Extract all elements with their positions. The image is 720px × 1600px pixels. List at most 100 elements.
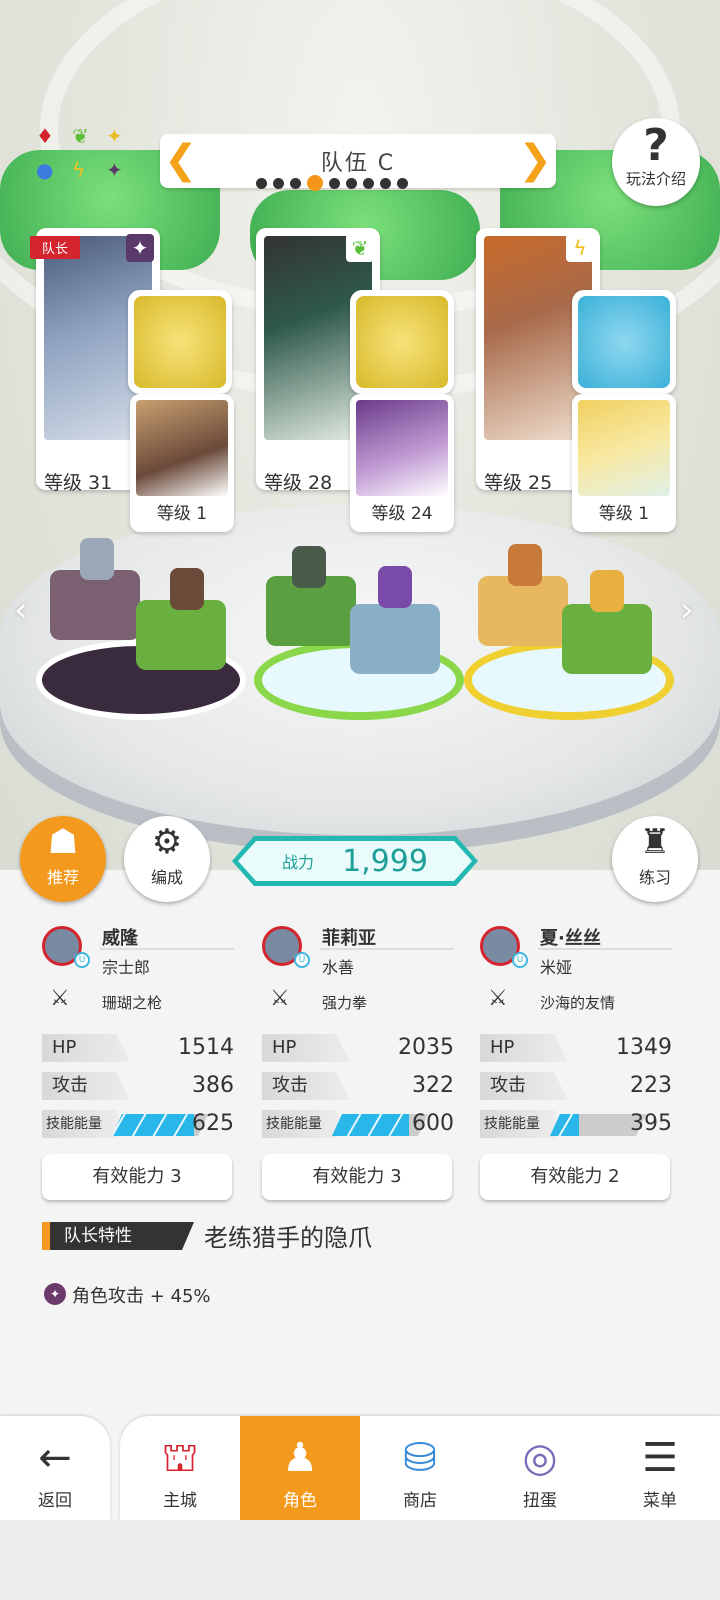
power-value: 1,999 [342,843,428,879]
sub-level: 等级 24 [371,504,433,524]
attack-value: 386 [192,1073,234,1098]
pedestal-water [350,604,440,674]
sub-portrait [578,400,670,496]
equipment-slot-1[interactable] [128,290,232,394]
dark-star-icon: ✦ [44,1283,66,1305]
team-page-dot[interactable] [307,175,323,191]
person-gear-icon: ⚙ [151,822,183,862]
element-cycle-legend[interactable]: ♦ ❦ ✦ ● ϟ ✦ [34,126,134,188]
thunder-bolt-icon: ϟ [566,234,594,262]
leader-trait-name: 老练猎手的隐爪 [204,1224,372,1252]
bottom-navigation: ← 返回 ⛫ 主城 ♟ 角色 ⛁ 商店 ◎ 扭蛋 ☰ 菜单 [0,1416,720,1520]
weapon-icon: ⚔ [50,986,70,1011]
team-page-dot[interactable] [397,177,408,189]
nav-item-character[interactable]: ♟ 角色 [240,1416,360,1520]
thunder-bolt-icon: ϟ [72,158,86,182]
chibi-character [508,544,542,586]
team-page-dot[interactable] [380,177,391,189]
scroll-left-arrow[interactable]: ‹ [14,590,28,630]
effective-ability-button[interactable]: 有效能力 3 [262,1154,452,1200]
energy-label: 技能能量 [42,1110,118,1138]
fire-icon: ♦ [36,124,54,148]
energy-value: 625 [192,1111,234,1136]
leader-tag: 队长 [30,236,81,259]
team-page-dot[interactable] [290,177,301,189]
practice-button[interactable]: ♜ 练习 [612,816,698,902]
sub-level: 等级 1 [156,504,208,524]
leader-trait-label: 队长特性 [42,1222,194,1250]
skill-energy-stat: 技能能量 395 [480,1110,672,1138]
practice-label: 练习 [638,868,671,887]
equipment-slot-3[interactable] [572,290,676,394]
attack-value: 322 [412,1073,454,1098]
system-bar-area [0,1520,720,1600]
gold-bowl-icon [578,296,670,388]
sub-card-3[interactable]: 等级 1 [572,394,676,532]
nav-item-shop[interactable]: ⛁ 商店 [360,1416,480,1520]
hp-stat: HP 1514 [42,1034,234,1062]
hp-label: HP [262,1034,350,1062]
hp-stat: HP 2035 [262,1034,454,1062]
effective-ability-button[interactable]: 有效能力 2 [480,1154,670,1200]
shop-icon: ⛁ [403,1435,437,1481]
nav-label: 菜单 [643,1491,677,1511]
pedestal-light [478,576,568,646]
attack-value: 223 [630,1073,672,1098]
attack-label: 攻击 [262,1072,350,1100]
energy-label: 技能能量 [480,1110,556,1138]
effective-ability-button[interactable]: 有效能力 3 [42,1154,232,1200]
skill-energy-stat: 技能能量 625 [42,1110,234,1138]
weapon-icon: ⚔ [488,986,508,1011]
chibi-character [292,546,326,588]
chibi-character [80,538,114,580]
formation-button[interactable]: ⚙ 编成 [124,816,210,902]
energy-bar-fill [332,1114,409,1136]
attack-stat: 攻击 223 [480,1072,672,1100]
skill-energy-stat: 技能能量 600 [262,1110,454,1138]
equipment-slot-2[interactable] [350,290,454,394]
prev-team-arrow[interactable]: ❮ [164,140,198,180]
team-stage: ♦ ❦ ✦ ● ϟ ✦ ❮ 队伍 C ❯ ? 玩法介绍 ✦ 队长 等级 31 等… [0,0,720,870]
nav-label: 商店 [403,1491,437,1511]
back-button[interactable]: ← 返回 [0,1416,110,1520]
team-page-dot[interactable] [273,177,284,189]
recommend-icon: ☗ [47,822,79,862]
team-page-dot[interactable] [329,177,340,189]
question-icon: ? [643,120,669,171]
nav-item-menu[interactable]: ☰ 菜单 [600,1416,720,1520]
sub-card-2[interactable]: 等级 24 [350,394,454,532]
energy-label: 技能能量 [262,1110,338,1138]
gacha-icon: ◎ [522,1435,558,1481]
help-button[interactable]: ? 玩法介绍 [612,118,700,206]
energy-value: 600 [412,1111,454,1136]
hp-value: 1514 [178,1035,234,1060]
team-page-dots[interactable] [256,175,408,191]
scroll-right-arrow[interactable]: › [680,590,694,630]
partner-name: 宗士郎 [102,958,151,977]
water-circle-icon: ● [36,158,54,182]
hp-stat: HP 1349 [480,1034,672,1062]
grass-leaf-icon: ❦ [346,234,374,262]
next-team-arrow[interactable]: ❯ [518,140,552,180]
power-fist-icon [356,296,448,388]
weapon-icon: ⚔ [270,986,290,1011]
swap-badge-icon: U [294,952,310,968]
chibi-character [378,566,412,608]
sub-card-1[interactable]: 等级 1 [130,394,234,532]
weapon-name: 强力拳 [322,994,368,1012]
weapon-name: 沙海的友情 [540,994,616,1012]
nav-item-town[interactable]: ⛫ 主城 [120,1416,240,1520]
team-page-dot[interactable] [256,177,267,189]
leader-trait-effect: 角色攻击 + 45% [72,1286,211,1307]
nav-item-gacha[interactable]: ◎ 扭蛋 [480,1416,600,1520]
hero-name: 菲莉亚 [322,928,376,949]
swap-badge-icon: U [512,952,528,968]
team-page-dot[interactable] [363,177,374,189]
back-label: 返回 [38,1491,72,1511]
hp-value: 2035 [398,1035,454,1060]
town-icon: ⛫ [161,1435,199,1481]
recommend-button[interactable]: ☗ 推荐 [20,816,106,902]
formation-label: 编成 [150,868,183,887]
team-page-dot[interactable] [346,177,357,189]
grass-leaf-icon: ❦ [72,124,89,148]
